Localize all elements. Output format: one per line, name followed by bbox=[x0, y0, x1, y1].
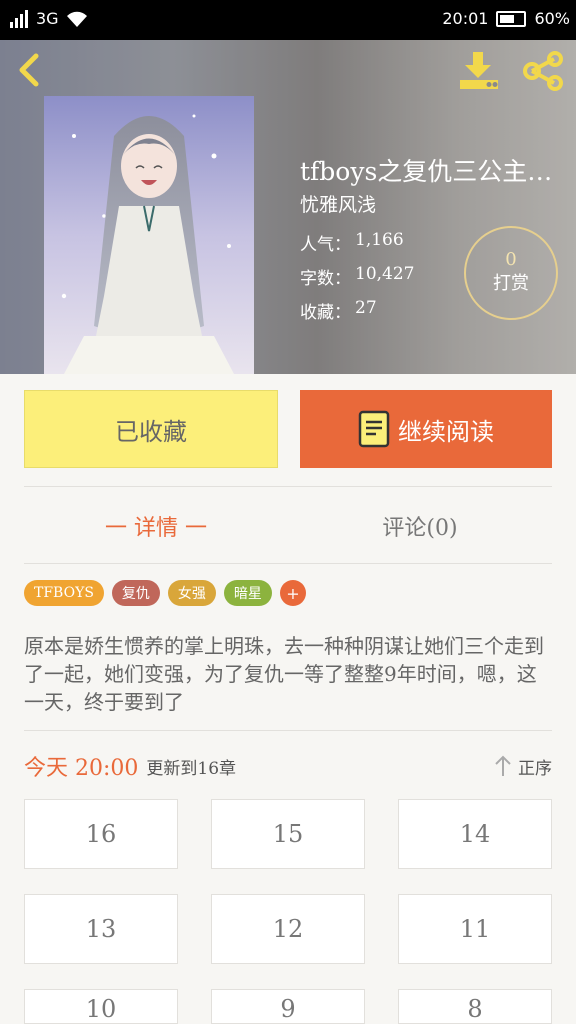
favorite-label: 已收藏 bbox=[115, 417, 187, 446]
chapter-cell[interactable]: 10 bbox=[24, 989, 178, 1024]
back-button[interactable] bbox=[12, 50, 52, 90]
sort-label: 正序 bbox=[518, 758, 552, 779]
download-icon bbox=[460, 52, 498, 89]
book-description: 原本是娇生惯养的掌上明珠，去一种种阴谋让她们三个走到了一起，她们变强，为了复仇一… bbox=[24, 634, 544, 714]
continue-reading-label: 继续阅读 bbox=[398, 417, 494, 446]
chapter-cell[interactable]: 14 bbox=[398, 799, 552, 869]
book-author[interactable]: 忧雅风浅 bbox=[300, 190, 376, 217]
battery-icon bbox=[496, 10, 527, 27]
tag-tfboys[interactable]: TFBOYS bbox=[24, 580, 104, 606]
book-icon bbox=[358, 410, 390, 448]
tag-dark-star[interactable]: 暗星 bbox=[223, 580, 272, 606]
word-count-value: 10,427 bbox=[355, 264, 415, 284]
divider bbox=[24, 486, 552, 487]
tab-detail[interactable]: 一 详情 一 bbox=[24, 500, 288, 552]
chapter-cell[interactable]: 11 bbox=[398, 894, 552, 964]
word-count-label: 字数： bbox=[300, 269, 351, 289]
tip-label: 打赏 bbox=[493, 273, 529, 294]
update-time: 今天 20:00 bbox=[24, 756, 139, 781]
divider bbox=[24, 563, 552, 564]
favorite-button[interactable]: 已收藏 bbox=[24, 390, 278, 468]
signal-icon bbox=[10, 9, 28, 28]
tag-strong-female[interactable]: 女强 bbox=[167, 580, 216, 606]
tab-detail-label: 一 详情 一 bbox=[105, 516, 207, 541]
tab-comments[interactable]: 评论(0) bbox=[288, 500, 552, 552]
tab-comments-label: 评论(0) bbox=[382, 516, 458, 541]
tag-list: TFBOYS 复仇 女强 暗星 + bbox=[24, 580, 306, 606]
network-type: 3G bbox=[36, 9, 59, 28]
continue-reading-button[interactable]: 继续阅读 bbox=[300, 390, 552, 468]
chapter-cell[interactable]: 15 bbox=[211, 799, 365, 869]
wifi-icon bbox=[66, 11, 87, 27]
update-status: 更新到16章 bbox=[146, 758, 237, 779]
cover-illustration bbox=[44, 96, 254, 374]
favorites-value: 27 bbox=[355, 298, 377, 318]
sort-button[interactable]: 正序 bbox=[494, 754, 552, 779]
book-title: tfboys之复仇三公主… bbox=[300, 157, 553, 186]
tag-revenge[interactable]: 复仇 bbox=[111, 580, 160, 606]
chapter-cell[interactable]: 9 bbox=[211, 989, 365, 1024]
tip-button[interactable]: 0 打赏 bbox=[464, 226, 558, 320]
favorites-label: 收藏： bbox=[300, 303, 351, 323]
popularity-value: 1,166 bbox=[355, 230, 404, 250]
chapter-cell[interactable]: 13 bbox=[24, 894, 178, 964]
popularity-label: 人气： bbox=[300, 235, 351, 255]
tip-count: 0 bbox=[505, 249, 517, 270]
divider bbox=[24, 730, 552, 731]
download-button[interactable] bbox=[456, 50, 502, 92]
chapter-cell[interactable]: 16 bbox=[24, 799, 178, 869]
battery-percent: 60% bbox=[534, 9, 570, 28]
back-icon bbox=[19, 53, 39, 87]
status-bar: 3G 20:01 60% bbox=[0, 0, 576, 40]
update-info: 今天 20:00 更新到16章 正序 bbox=[24, 750, 552, 782]
share-icon bbox=[523, 51, 563, 91]
arrow-up-icon bbox=[495, 755, 511, 776]
share-button[interactable] bbox=[520, 50, 566, 92]
book-header: tfboys之复仇三公主… 忧雅风浅 人气： 1,166 字数： 10,427 … bbox=[0, 40, 576, 374]
add-tag-button[interactable]: + bbox=[279, 580, 306, 606]
book-cover[interactable] bbox=[44, 96, 254, 374]
chapter-cell[interactable]: 8 bbox=[398, 989, 552, 1024]
chapter-cell[interactable]: 12 bbox=[211, 894, 365, 964]
word-count-stat: 字数： 10,427 bbox=[300, 264, 414, 289]
favorites-stat: 收藏： 27 bbox=[300, 298, 377, 323]
popularity-stat: 人气： 1,166 bbox=[300, 230, 404, 255]
clock: 20:01 bbox=[442, 9, 489, 28]
